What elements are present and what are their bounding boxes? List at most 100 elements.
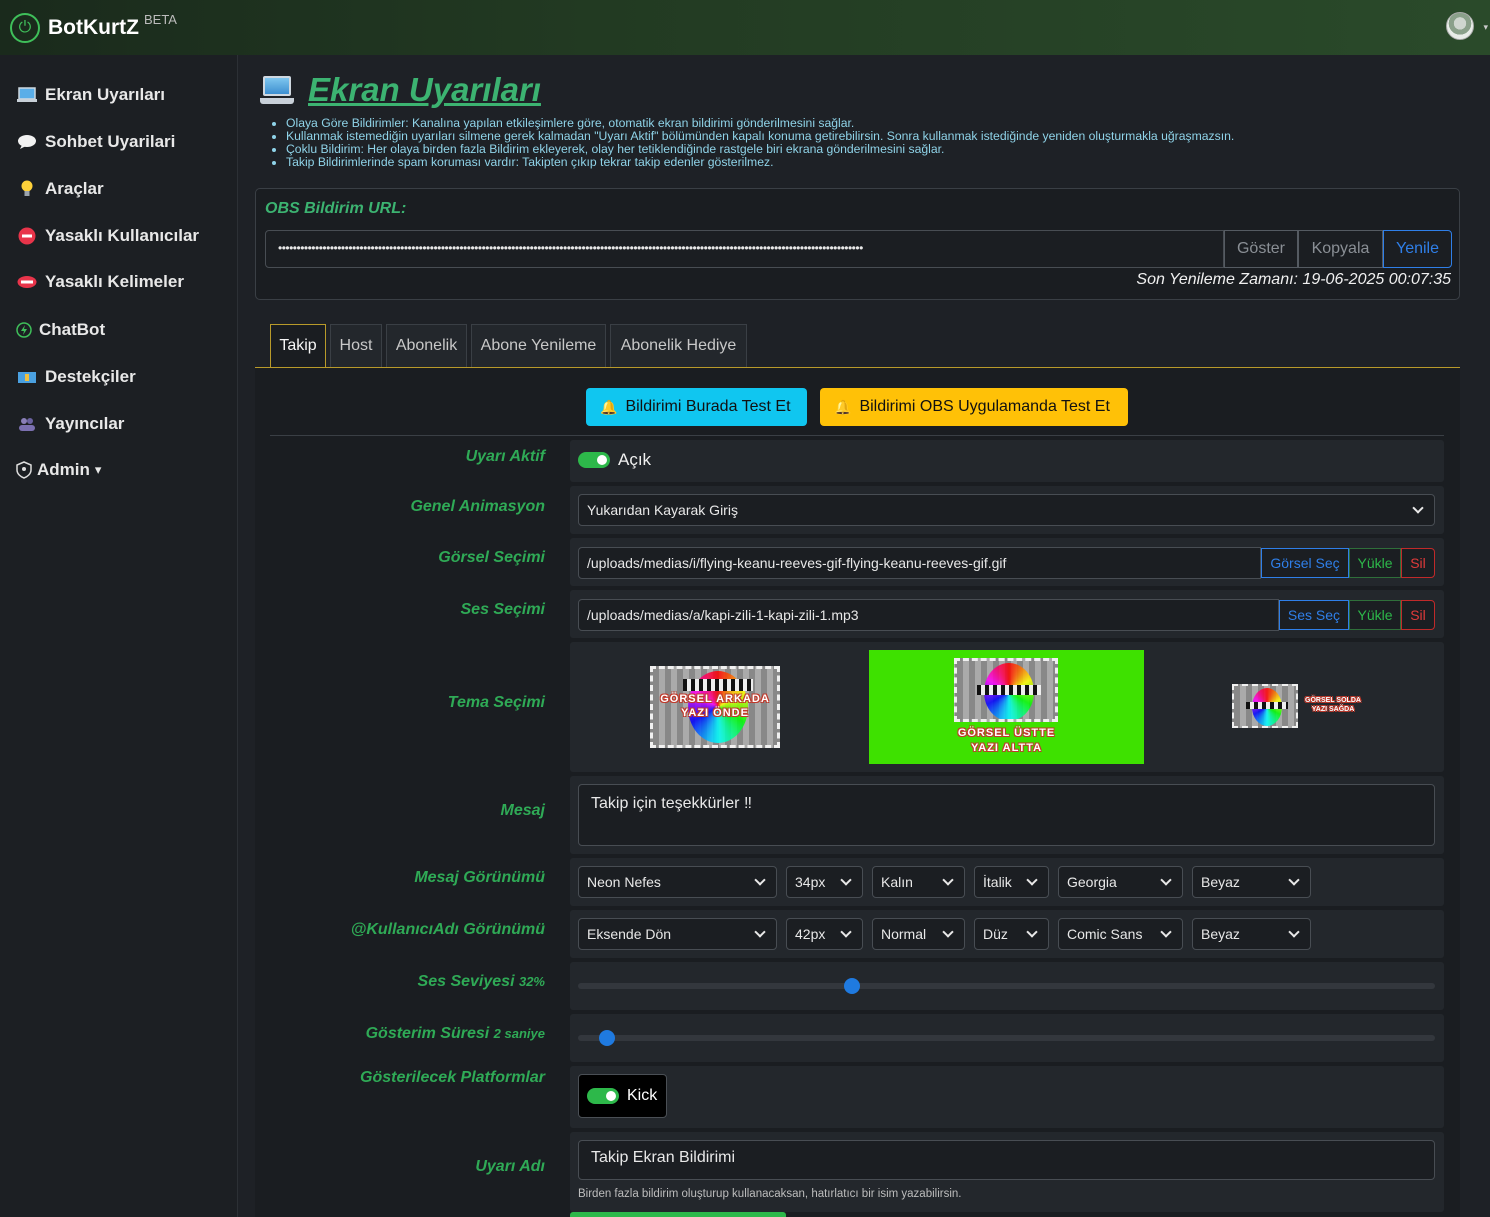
upload-sound-button[interactable]: Yükle <box>1349 600 1401 630</box>
page-title-text[interactable]: Ekran Uyarıları <box>308 71 541 109</box>
sidebar-item-yayincilar[interactable]: Yayıncılar <box>16 414 124 434</box>
sidebar-item-label: Sohbet Uyarilari <box>45 132 176 151</box>
theme-option-line: YAZI ÖNDE <box>681 707 749 719</box>
last-renew-time: Son Yenileme Zamanı: 19-06-2025 00:07:35 <box>1136 271 1451 288</box>
mouth-icon <box>16 272 38 292</box>
sidebar-item-araclar[interactable]: Araçlar <box>16 179 104 199</box>
platform-kick-toggle[interactable]: Kick <box>578 1074 667 1118</box>
message-weight-select[interactable]: Kalın <box>872 866 965 898</box>
username-size-select[interactable]: 42px <box>786 918 863 950</box>
chevron-down-icon <box>1026 874 1038 886</box>
lightbulb-icon <box>16 179 38 199</box>
chevron-down-icon <box>754 874 766 886</box>
obs-url-label: OBS Bildirim URL: <box>265 200 407 217</box>
test-obs-label: Bildirimi OBS Uygulamanda Test Et <box>859 398 1110 415</box>
select-value: 42px <box>795 926 826 942</box>
info-notes: Olaya Göre Bildirimler: Kanalına yapılan… <box>270 117 1480 169</box>
user-avatar[interactable] <box>1446 12 1474 40</box>
money-icon <box>16 367 38 387</box>
beta-badge: BETA <box>143 12 177 27</box>
sidebar-item-label: Yasaklı Kullanıcılar <box>45 226 200 245</box>
obs-url-input[interactable]: ••••••••••••••••••••••••••••••••••••••••… <box>265 230 1224 268</box>
theme-option-line: GÖRSEL ÜSTTE <box>957 727 1056 739</box>
save-button[interactable] <box>570 1212 786 1217</box>
theme-option-image-top[interactable]: GÖRSEL ÜSTTE YAZI ALTTA <box>869 650 1144 764</box>
theme-option-image-left[interactable]: GÖRSEL SOLDA YAZI SAĞDA <box>1232 684 1372 728</box>
message-style-select[interactable]: İtalik <box>974 866 1049 898</box>
bolt-circle-icon <box>16 320 32 340</box>
alert-name-row: Takip Ekran Bildirimi Birden fazla bildi… <box>570 1132 1444 1212</box>
chevron-down-icon[interactable]: ▾ <box>1483 22 1488 33</box>
username-style-select[interactable]: Düz <box>974 918 1049 950</box>
select-image-button[interactable]: Görsel Seç <box>1261 548 1349 578</box>
volume-slider-track[interactable] <box>578 983 1435 989</box>
tab-abonelik-hediye[interactable]: Abonelik Hediye <box>610 324 747 367</box>
laptop-icon <box>16 85 38 105</box>
duration-slider-thumb[interactable] <box>598 1030 615 1046</box>
theme-option-image-behind[interactable]: GÖRSEL ARKADA YAZI ÖNDE <box>650 666 780 748</box>
duration-label: Gösterim Süresi 2 saniye <box>255 1025 545 1043</box>
volume-slider-thumb[interactable] <box>844 978 861 994</box>
alert-name-help: Birden fazla bildirim oluşturup kullanac… <box>578 1188 962 1200</box>
sidebar-item-yasakli-kelimeler[interactable]: Yasaklı Kelimeler <box>16 272 184 292</box>
chevron-down-icon <box>942 874 954 886</box>
animation-label: Genel Animasyon <box>410 498 545 515</box>
renew-url-button[interactable]: Yenile <box>1383 230 1452 268</box>
sidebar-item-label: ChatBot <box>39 320 106 339</box>
sound-path-input[interactable]: /uploads/medias/a/kapi-zili-1-kapi-zili-… <box>578 599 1279 631</box>
select-value: 34px <box>795 874 826 890</box>
sidebar-item-ekran-uyarilari[interactable]: Ekran Uyarıları <box>16 85 165 105</box>
username-weight-select[interactable]: Normal <box>872 918 965 950</box>
tab-abonelik[interactable]: Abonelik <box>386 324 467 367</box>
sidebar-item-chatbot[interactable]: ChatBot <box>16 320 105 340</box>
theme-row: GÖRSEL ARKADA YAZI ÖNDE GÖRSEL ÜSTTE YAZ… <box>570 642 1444 772</box>
test-here-button[interactable]: 🔔 Bildirimi Burada Test Et <box>586 388 807 426</box>
tab-takip[interactable]: Takip <box>270 324 326 368</box>
kick-toggle-switch[interactable] <box>587 1088 619 1104</box>
message-font-select[interactable]: Georgia <box>1058 866 1183 898</box>
message-animation-select[interactable]: Neon Nefes <box>578 866 777 898</box>
main-content: Ekran Uyarıları Olaya Göre Bildirimler: … <box>238 55 1490 1217</box>
top-navbar: ⏻ BotKurtZ BETA ▾ <box>0 0 1490 55</box>
volume-value: 32% <box>518 974 545 989</box>
animation-select[interactable]: Yukarıdan Kayarak Giriş <box>578 494 1435 526</box>
tab-host[interactable]: Host <box>330 324 382 367</box>
username-animation-select[interactable]: Eksende Dön <box>578 918 777 950</box>
message-color-select[interactable]: Beyaz <box>1192 866 1311 898</box>
test-here-label: Bildirimi Burada Test Et <box>625 398 791 415</box>
username-color-select[interactable]: Beyaz <box>1192 918 1311 950</box>
delete-sound-button[interactable]: Sil <box>1401 600 1435 630</box>
sidebar-item-yasakli-kullanicilar[interactable]: Yasaklı Kullanıcılar <box>16 226 199 246</box>
image-path-input[interactable]: /uploads/medias/i/flying-keanu-reeves-gi… <box>578 547 1261 579</box>
sidebar-item-admin[interactable]: Admin ▾ <box>16 460 101 480</box>
volume-label-text: Ses Seviyesi <box>417 973 515 990</box>
tab-abone-yenileme[interactable]: Abone Yenileme <box>471 324 606 367</box>
delete-image-button[interactable]: Sil <box>1401 548 1435 578</box>
brand[interactable]: ⏻ BotKurtZ BETA <box>10 12 177 43</box>
chevron-down-icon <box>1160 874 1172 886</box>
active-toggle[interactable] <box>578 452 610 468</box>
alert-name-input[interactable]: Takip Ekran Bildirimi <box>578 1140 1435 1180</box>
copy-url-button[interactable]: Kopyala <box>1298 230 1383 268</box>
select-sound-button[interactable]: Ses Seç <box>1279 600 1349 630</box>
sound-label: Ses Seçimi <box>460 601 546 618</box>
theme-option-line: YAZI SAĞDA <box>1311 706 1355 713</box>
show-url-button[interactable]: Göster <box>1224 230 1298 268</box>
message-textarea[interactable]: Takip için teşekkürler ‼ <box>578 784 1435 846</box>
sidebar-item-destekciler[interactable]: Destekçiler <box>16 367 136 387</box>
obs-url-card: OBS Bildirim URL: ••••••••••••••••••••••… <box>255 188 1460 300</box>
duration-value: 2 saniye <box>493 1026 545 1041</box>
test-obs-button[interactable]: 🔔 Bildirimi OBS Uygulamanda Test Et <box>820 388 1128 426</box>
duration-slider-track[interactable] <box>578 1035 1435 1041</box>
brand-logo-icon: ⏻ <box>10 12 40 43</box>
message-label: Mesaj <box>500 802 545 819</box>
platforms-label: Gösterilecek Platformlar <box>360 1069 545 1086</box>
message-size-select[interactable]: 34px <box>786 866 863 898</box>
upload-image-button[interactable]: Yükle <box>1349 548 1401 578</box>
username-font-select[interactable]: Comic Sans <box>1058 918 1183 950</box>
select-value: Neon Nefes <box>587 874 661 890</box>
duration-row <box>570 1014 1444 1062</box>
divider <box>270 435 1444 436</box>
sidebar-item-sohbet-uyarilari[interactable]: Sohbet Uyarilari <box>16 132 175 152</box>
theme-label: Tema Seçimi <box>447 694 545 711</box>
